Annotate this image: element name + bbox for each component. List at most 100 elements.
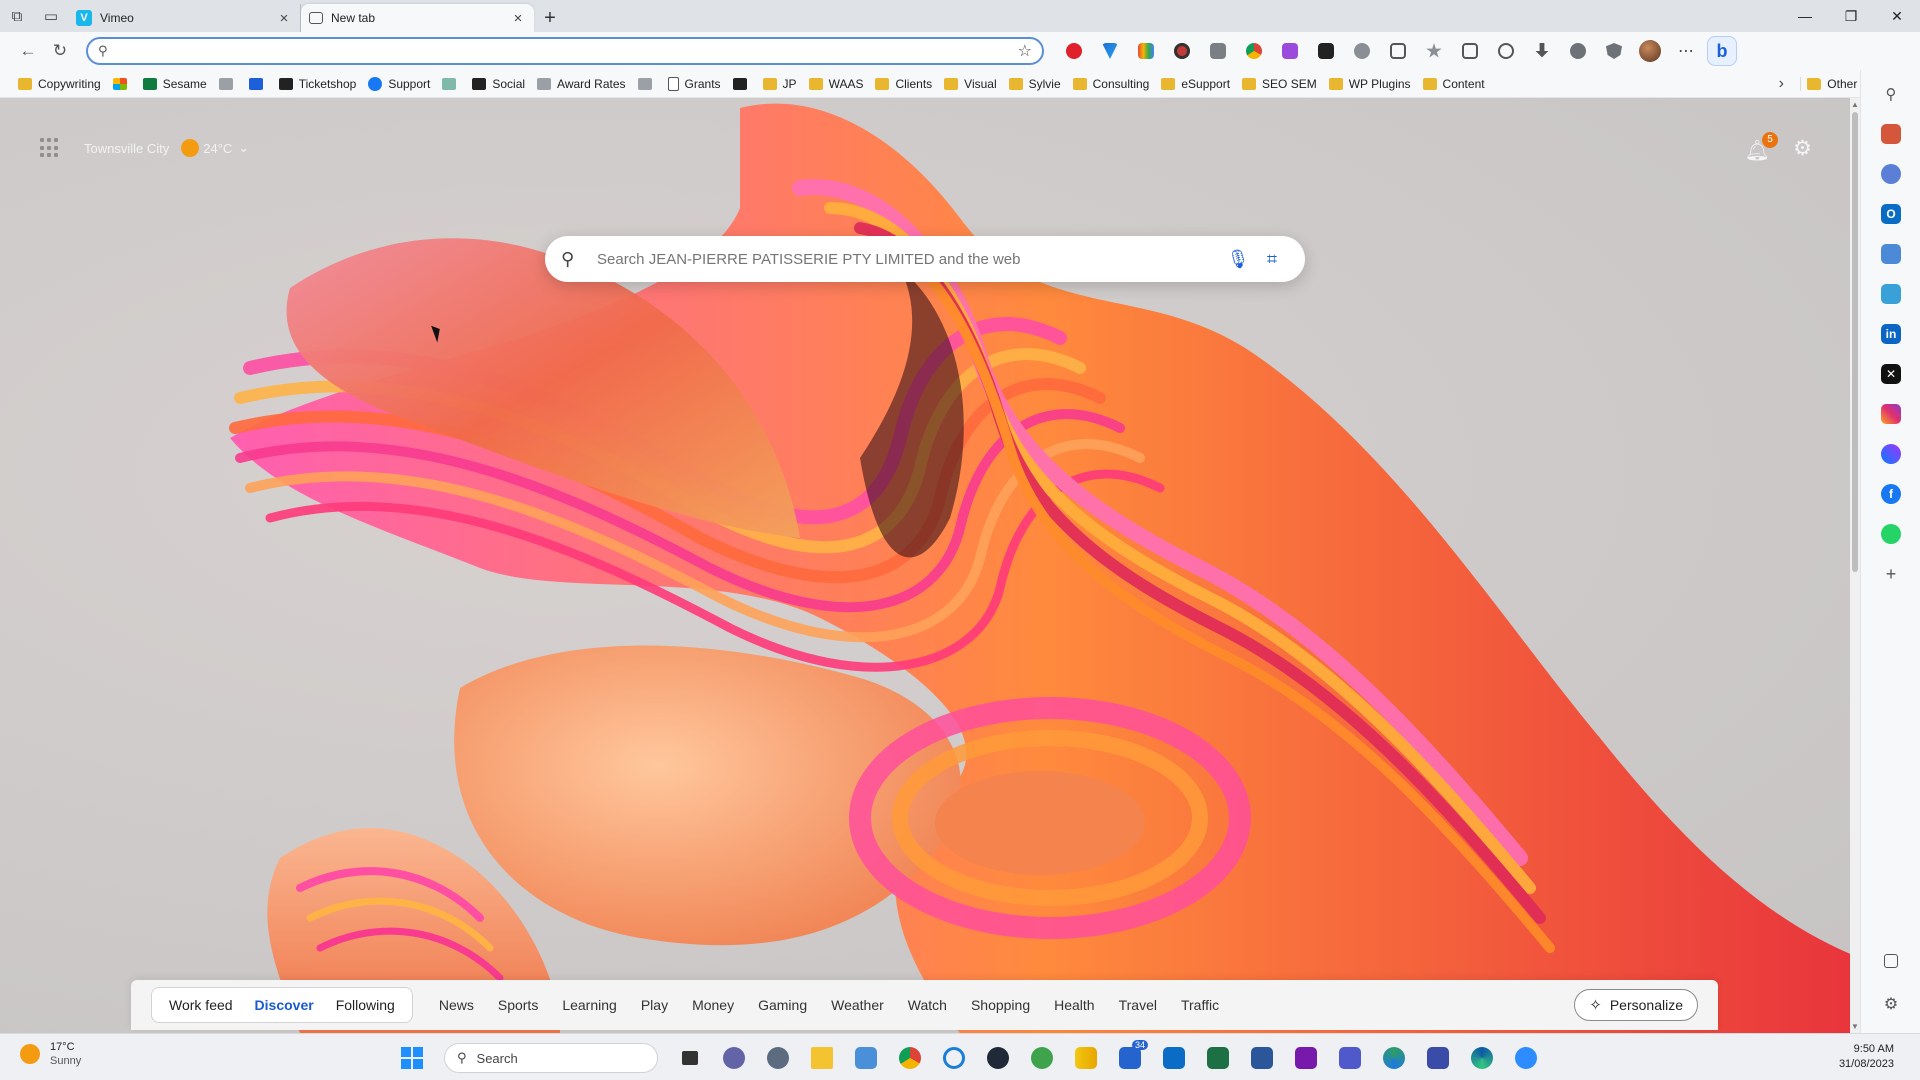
sidebar-search-icon[interactable]: ⚲ bbox=[1881, 84, 1901, 104]
sidebar-add-icon[interactable]: + bbox=[1881, 564, 1901, 584]
start-button[interactable] bbox=[390, 1040, 434, 1076]
zotero-extension-icon[interactable] bbox=[1308, 35, 1344, 67]
chrome-icon[interactable] bbox=[888, 1040, 932, 1076]
favorite-item[interactable]: Social bbox=[466, 72, 531, 96]
temperature-label[interactable]: 24°C bbox=[203, 141, 232, 156]
more-menu-icon[interactable]: ⋯ bbox=[1668, 35, 1704, 67]
favorite-item[interactable]: Consulting bbox=[1067, 72, 1156, 96]
sidebar-settings-gear-icon[interactable]: ⚙ bbox=[1881, 994, 1901, 1014]
workspaces-icon[interactable]: ⧉ bbox=[0, 0, 34, 32]
grid-extension-icon[interactable] bbox=[1200, 35, 1236, 67]
feed-tab[interactable]: Following bbox=[325, 997, 406, 1013]
feed-category[interactable]: Sports bbox=[486, 997, 550, 1013]
scroll-up-icon[interactable]: ▲ bbox=[1850, 100, 1860, 109]
tab-vimeo[interactable]: V Vimeo × bbox=[68, 4, 301, 32]
visual-search-icon[interactable]: ⌗ bbox=[1255, 242, 1289, 276]
edge-dev-icon[interactable] bbox=[1372, 1040, 1416, 1076]
page-settings-gear-icon[interactable]: ⚙ bbox=[1793, 136, 1812, 161]
sidebar-instagram-icon[interactable] bbox=[1881, 404, 1901, 424]
chevron-down-icon[interactable]: ⌄ bbox=[238, 140, 249, 156]
favorites-overflow-chevron-icon[interactable]: › bbox=[1766, 75, 1796, 93]
teams-icon[interactable] bbox=[1328, 1040, 1372, 1076]
taskbar-weather[interactable]: 17°C Sunny bbox=[20, 1040, 81, 1068]
feed-category[interactable]: News bbox=[427, 997, 486, 1013]
task-view-icon[interactable] bbox=[668, 1040, 712, 1076]
globe-app-icon[interactable] bbox=[1020, 1040, 1064, 1076]
feed-category[interactable]: Travel bbox=[1107, 997, 1169, 1013]
favorite-item[interactable] bbox=[213, 72, 243, 96]
favorite-item[interactable] bbox=[727, 72, 757, 96]
power-bi-icon[interactable] bbox=[1064, 1040, 1108, 1076]
favorite-item[interactable]: Visual bbox=[938, 72, 1002, 96]
sidebar-tools-icon[interactable] bbox=[1881, 124, 1901, 144]
favorite-item[interactable] bbox=[632, 72, 662, 96]
outlook-icon[interactable] bbox=[1152, 1040, 1196, 1076]
record-extension-icon[interactable] bbox=[1164, 35, 1200, 67]
favorite-item[interactable]: Grants bbox=[662, 72, 727, 96]
sidebar-outlook-icon[interactable]: O bbox=[1881, 204, 1901, 224]
favorite-item[interactable]: SEO SEM bbox=[1236, 72, 1323, 96]
scroll-down-icon[interactable]: ▼ bbox=[1850, 1022, 1860, 1031]
favorite-item[interactable]: Award Rates bbox=[531, 72, 631, 96]
scrollbar-thumb[interactable] bbox=[1852, 112, 1858, 572]
favorites-icon[interactable] bbox=[1416, 35, 1452, 67]
onenote-icon[interactable] bbox=[1284, 1040, 1328, 1076]
opera-extension-icon[interactable] bbox=[1056, 35, 1092, 67]
app-launcher-icon[interactable] bbox=[40, 138, 60, 158]
feed-category[interactable]: Watch bbox=[896, 997, 959, 1013]
sidebar-messenger-icon[interactable] bbox=[1881, 444, 1901, 464]
favorite-item[interactable]: Sesame bbox=[137, 72, 213, 96]
settings-app-icon[interactable] bbox=[756, 1040, 800, 1076]
profile-avatar[interactable] bbox=[1632, 35, 1668, 67]
performance-icon[interactable] bbox=[1560, 35, 1596, 67]
color-extension-icon[interactable] bbox=[1128, 35, 1164, 67]
sidebar-hide-icon[interactable] bbox=[1884, 954, 1898, 968]
split-screen-icon[interactable] bbox=[1380, 35, 1416, 67]
word-icon[interactable] bbox=[1240, 1040, 1284, 1076]
back-arrow-icon[interactable]: ← bbox=[12, 35, 44, 67]
history-icon[interactable] bbox=[1488, 35, 1524, 67]
favorite-item[interactable]: Clients bbox=[869, 72, 938, 96]
sidebar-whatsapp-icon[interactable] bbox=[1881, 524, 1901, 544]
web-search-input[interactable] bbox=[583, 250, 1221, 268]
collections-icon[interactable] bbox=[1452, 35, 1488, 67]
teams-chat-icon[interactable] bbox=[712, 1040, 756, 1076]
favorite-item[interactable]: JP bbox=[757, 72, 803, 96]
favorite-item[interactable]: WP Plugins bbox=[1323, 72, 1417, 96]
chrome-extension-icon[interactable] bbox=[1236, 35, 1272, 67]
edge-icon[interactable] bbox=[1460, 1040, 1504, 1076]
favorite-item[interactable]: Copywriting bbox=[12, 72, 107, 96]
zoom-icon[interactable] bbox=[1504, 1040, 1548, 1076]
puzzle-extensions-icon[interactable] bbox=[1344, 35, 1380, 67]
sidebar-facebook-icon[interactable]: f bbox=[1881, 484, 1901, 504]
feed-category[interactable]: Play bbox=[629, 997, 680, 1013]
restore-icon[interactable]: ❐ bbox=[1828, 0, 1874, 32]
favorite-item[interactable] bbox=[243, 72, 273, 96]
sidebar-designer-icon[interactable] bbox=[1881, 244, 1901, 264]
vpn-app-icon[interactable] bbox=[1416, 1040, 1460, 1076]
microphone-icon[interactable]: 🎙︎ bbox=[1221, 242, 1255, 276]
favorite-item[interactable]: Support bbox=[362, 72, 436, 96]
favorite-item[interactable]: eSupport bbox=[1155, 72, 1236, 96]
feed-category[interactable]: Gaming bbox=[746, 997, 819, 1013]
app-k-icon[interactable] bbox=[976, 1040, 1020, 1076]
location-label[interactable]: Townsville City bbox=[84, 141, 169, 156]
taskbar-search[interactable]: ⚲ Search bbox=[444, 1043, 658, 1073]
web-search-box[interactable]: ⚲ 🎙︎ ⌗ bbox=[545, 236, 1305, 282]
notifications-bell-icon[interactable]: 🔔︎ 5 bbox=[1745, 132, 1778, 163]
refresh-icon[interactable]: ↻ bbox=[44, 35, 76, 67]
sidebar-games-icon[interactable] bbox=[1881, 164, 1901, 184]
tab-new-tab[interactable]: New tab × bbox=[301, 4, 534, 32]
system-clock[interactable]: 9:50 AM 31/08/2023 bbox=[1839, 1042, 1894, 1072]
excel-icon[interactable] bbox=[1196, 1040, 1240, 1076]
favorite-item[interactable] bbox=[107, 72, 137, 96]
favorite-star-icon[interactable]: ☆ bbox=[1018, 41, 1032, 61]
feed-category[interactable]: Money bbox=[680, 997, 746, 1013]
todo-app-icon[interactable]: 34 bbox=[1108, 1040, 1152, 1076]
page-scrollbar[interactable]: ▲ ▼ bbox=[1850, 98, 1860, 1033]
close-tab-icon[interactable]: × bbox=[510, 10, 526, 27]
cortana-icon[interactable] bbox=[932, 1040, 976, 1076]
feed-category[interactable]: Learning bbox=[550, 997, 629, 1013]
feed-category[interactable]: Shopping bbox=[959, 997, 1042, 1013]
favorite-item[interactable]: WAAS bbox=[803, 72, 870, 96]
